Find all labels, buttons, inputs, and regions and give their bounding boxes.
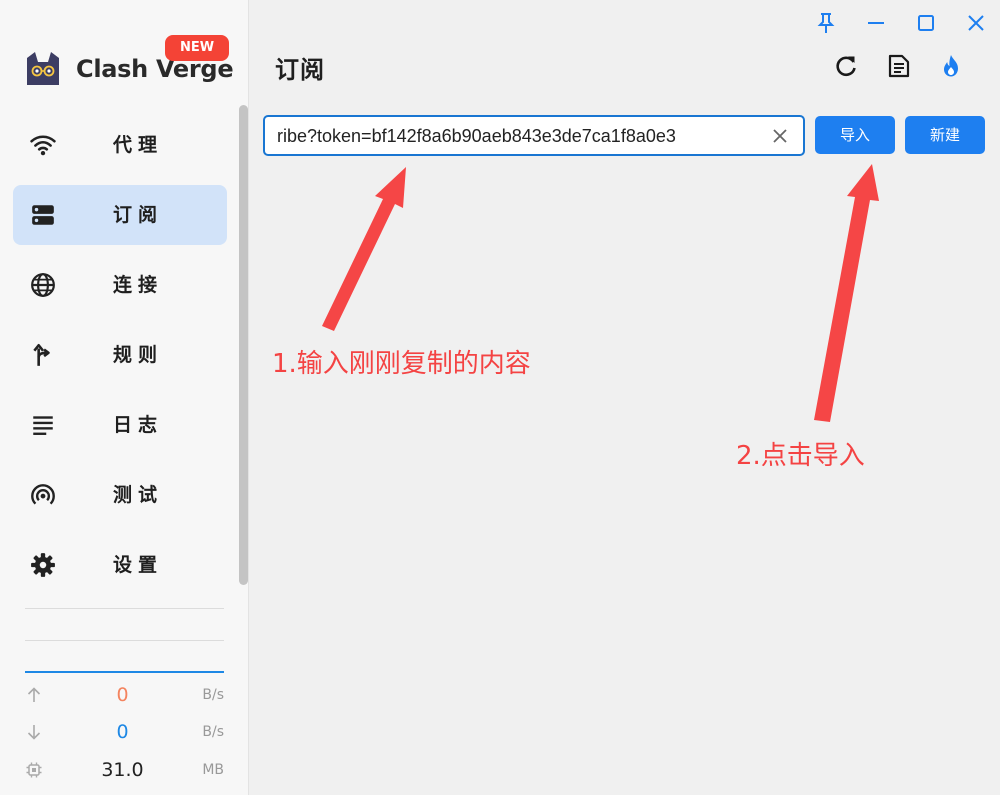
sidebar-item-connections[interactable]: 连接: [13, 255, 227, 315]
sidebar-item-label: 连接: [113, 274, 164, 296]
minimize-icon[interactable]: [863, 10, 889, 36]
upload-speed: 0: [116, 684, 129, 706]
sidebar-item-label: 代理: [113, 134, 164, 156]
memory-unit: MB: [202, 762, 224, 778]
clear-icon[interactable]: [771, 127, 789, 145]
pin-icon[interactable]: [813, 10, 839, 36]
subscription-url-input[interactable]: ribe?token=bf142f8a6b90aeb843e3de7ca1f8a…: [263, 115, 805, 156]
sidebar-item-label: 订阅: [113, 204, 164, 226]
annotation-step1: 1.输入刚刚复制的内容: [272, 349, 531, 379]
sidebar-scrollbar[interactable]: [239, 105, 248, 585]
new-badge: NEW: [165, 35, 229, 61]
new-button[interactable]: 新建: [905, 116, 985, 154]
maximize-icon[interactable]: [913, 10, 939, 36]
upload-unit: B/s: [202, 687, 224, 703]
sidebar-item-label: 设置: [113, 554, 164, 576]
document-icon[interactable]: [886, 53, 912, 79]
traffic-graph-baseline: [25, 671, 224, 673]
sidebar-item-subscription[interactable]: 订阅: [13, 185, 227, 245]
annotation-step2: 2.点击导入: [736, 441, 865, 471]
sidebar-divider: [25, 608, 224, 609]
fire-icon[interactable]: [938, 53, 964, 79]
fork-arrow-icon: [33, 343, 50, 366]
arrow-to-input: [322, 167, 406, 331]
radar-icon: [31, 484, 55, 505]
app-logo: Clash Verge NEW: [24, 35, 234, 90]
sidebar-item-label: 日志: [113, 414, 164, 436]
upload-stat: 0 B/s: [25, 680, 224, 710]
sidebar-divider: [25, 640, 224, 641]
sidebar-item-label: 规则: [113, 344, 164, 366]
cat-logo-icon: [27, 52, 59, 85]
storage-icon: [32, 205, 54, 225]
download-speed: 0: [116, 721, 129, 743]
sidebar: Clash Verge NEW 代理 订阅 连接 规则 日志 测试 设置 0 B…: [0, 0, 249, 795]
chip-icon: [26, 762, 42, 778]
subscription-url-value: ribe?token=bf142f8a6b90aeb843e3de7ca1f8a…: [277, 126, 676, 146]
sidebar-item-test[interactable]: 测试: [13, 465, 227, 525]
arrow-up-icon: [27, 687, 41, 702]
page-title: 订阅: [275, 56, 325, 84]
sidebar-item-logs[interactable]: 日志: [13, 395, 227, 455]
close-icon[interactable]: [963, 10, 989, 36]
wifi-icon: [30, 135, 56, 156]
sidebar-item-rules[interactable]: 规则: [13, 325, 227, 385]
sidebar-item-proxy[interactable]: 代理: [13, 115, 227, 175]
download-stat: 0 B/s: [25, 717, 224, 747]
list-lines-icon: [33, 416, 53, 435]
globe-icon: [31, 273, 55, 297]
download-unit: B/s: [202, 724, 224, 740]
memory-stat: 31.0 MB: [25, 755, 224, 785]
sidebar-item-settings[interactable]: 设置: [13, 535, 227, 595]
arrow-down-icon: [27, 725, 41, 740]
sidebar-item-label: 测试: [113, 484, 164, 506]
arrow-to-import-button: [814, 164, 879, 422]
memory-usage: 31.0: [101, 759, 144, 781]
gear-icon: [31, 553, 55, 577]
refresh-icon[interactable]: [833, 53, 859, 79]
sidebar-nav: 代理 订阅 连接 规则 日志 测试 设置: [13, 115, 227, 605]
import-button[interactable]: 导入: [815, 116, 895, 154]
